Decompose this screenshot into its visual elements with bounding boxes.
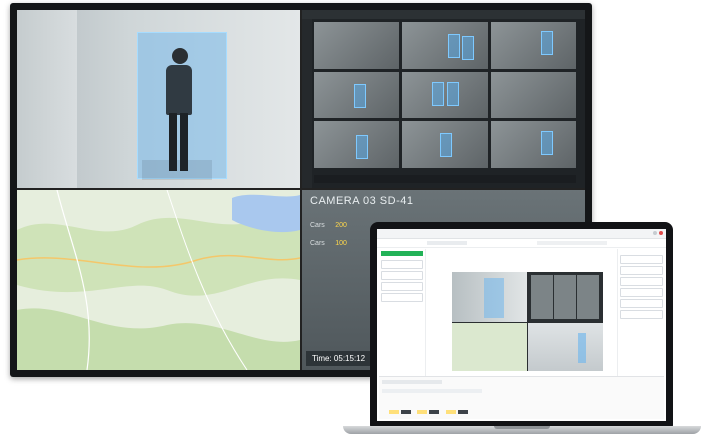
overlay-stats: Cars 200 Cars 100 [310, 214, 347, 250]
camera-tile[interactable] [402, 22, 488, 69]
laptop-lid [370, 222, 673, 427]
chip[interactable] [457, 410, 468, 414]
vms-titlebar [302, 10, 585, 19]
camera-feed-person[interactable] [17, 10, 300, 188]
maximize-icon[interactable] [653, 231, 657, 235]
map-canvas [17, 190, 300, 370]
laptop-notch [494, 426, 550, 429]
list-item[interactable] [381, 293, 423, 302]
camera-feed-person-small[interactable] [452, 272, 527, 322]
overlay-value: 100 [335, 240, 347, 247]
overlay-value: 200 [335, 222, 347, 229]
tab-strip[interactable] [427, 241, 467, 245]
bottom-toolbar[interactable] [382, 380, 442, 384]
list-item[interactable] [381, 282, 423, 291]
search-field[interactable] [620, 255, 663, 264]
toolbar-controls[interactable] [537, 241, 607, 245]
list-item[interactable] [381, 271, 423, 280]
list-item[interactable] [620, 277, 663, 286]
camera-tile[interactable] [402, 71, 488, 119]
chip[interactable] [389, 410, 399, 414]
camera-tile[interactable] [490, 121, 576, 168]
laptop-app-toolbar [377, 239, 666, 248]
map-view-small[interactable] [452, 323, 527, 371]
close-icon[interactable] [659, 231, 663, 235]
laptop-camera-layout [452, 272, 603, 371]
vms-timeline[interactable] [314, 175, 576, 183]
map-view[interactable] [17, 190, 300, 370]
laptop-app-titlebar [377, 229, 666, 239]
list-item[interactable] [620, 288, 663, 297]
camera-tiles [531, 275, 600, 319]
laptop-bottom-panel [379, 376, 664, 419]
settings-row[interactable] [382, 389, 482, 393]
list-item[interactable] [381, 260, 423, 269]
camera-title: CAMERA 03 SD-41 [310, 195, 414, 207]
camera-tile[interactable] [402, 121, 488, 168]
camera-grid-small[interactable] [528, 272, 603, 322]
camera-feed-corridor[interactable] [528, 323, 603, 371]
chip[interactable] [401, 410, 411, 414]
camera-tile[interactable] [490, 71, 576, 119]
laptop-right-panel [617, 249, 665, 385]
overlay-label: Cars [310, 222, 325, 229]
chip-row [389, 401, 470, 419]
time-overlay: Time: 05:15:12 [306, 351, 372, 366]
wall-shadow [17, 10, 77, 188]
person-head [172, 48, 188, 64]
detection-box [484, 278, 504, 318]
detection-box [578, 333, 586, 363]
chip[interactable] [445, 410, 456, 414]
vms-app-window [302, 10, 585, 188]
vms-side-toolbar [302, 19, 312, 188]
floor-shadow [142, 160, 212, 180]
list-item[interactable] [620, 266, 663, 275]
camera-tile[interactable] [490, 22, 576, 69]
person-torso [166, 65, 192, 115]
camera-grid [314, 22, 576, 168]
overlay-line: Cars 100 [310, 232, 347, 250]
laptop-left-panel [379, 249, 426, 385]
add-button[interactable] [381, 251, 423, 256]
camera-tile[interactable] [314, 71, 400, 119]
camera-tile[interactable] [314, 121, 400, 168]
chip[interactable] [429, 410, 440, 414]
overlay-label: Cars [310, 240, 325, 247]
chip[interactable] [417, 410, 428, 414]
overlay-line: Cars 200 [310, 214, 347, 232]
camera-tile[interactable] [314, 22, 400, 69]
list-item[interactable] [620, 310, 663, 319]
laptop-screen [377, 229, 666, 421]
list-item[interactable] [620, 299, 663, 308]
